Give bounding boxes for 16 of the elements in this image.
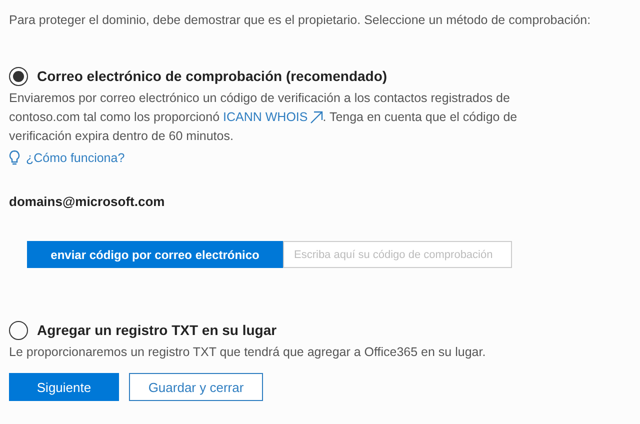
send-code-button[interactable]: enviar código por correo electrónico <box>27 241 283 268</box>
option-description: Le proporcionaremos un registro TXT que tendrá que agregar a Office365 en su lugar. <box>9 344 487 362</box>
radio-button[interactable] <box>9 321 28 340</box>
save-close-button[interactable]: Guardar y cerrar <box>129 373 263 402</box>
code-input-field[interactable]: Escriba aquí su código de comprobación <box>283 241 512 268</box>
email-address: domains@microsoft.com <box>9 192 166 211</box>
lightbulb-icon <box>9 150 20 166</box>
option-description: Enviaremos por correo electrónico un código de verificación a los contactos registrados de contoso.com tal como los proporcionó ICANN WHOIS . Tenga en cuenta que el código de verificación expira dentro de 60 minutos. <box>9 90 518 145</box>
next-button[interactable]: Siguiente <box>9 373 119 402</box>
radio-button[interactable] <box>9 67 28 86</box>
whois-link[interactable]: ICANN WHOIS <box>223 108 323 127</box>
option-label: Agregar un registro TXT en su lugar <box>37 321 277 340</box>
intro-text: Para proteger el dominio, debe demostrar que es el propietario. Seleccione un método de comprobación: <box>9 12 592 28</box>
external-link-icon <box>310 111 323 124</box>
help-link[interactable]: ¿Cómo funciona? <box>26 149 125 168</box>
option-label: Correo electrónico de comprobación (recomendado) <box>37 67 388 86</box>
